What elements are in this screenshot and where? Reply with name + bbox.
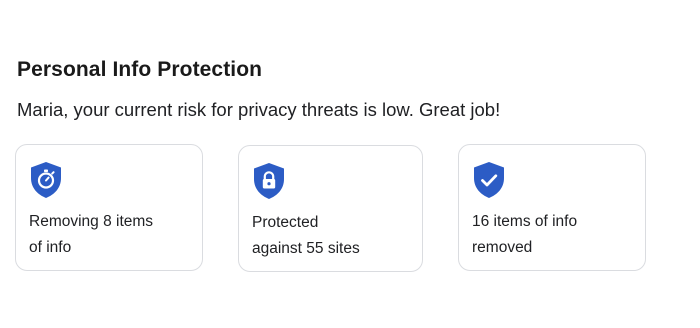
shield-check-icon (472, 161, 506, 199)
card-label: Protected against 55 sites (252, 210, 417, 262)
page-title: Personal Info Protection (17, 58, 263, 81)
card-label-line-1: 16 items of info (472, 213, 578, 230)
card-label-line-2: of info (29, 239, 72, 256)
card-label-line-2: removed (472, 239, 533, 256)
removing-items-card[interactable]: Removing 8 items of info (15, 144, 203, 271)
card-label: Removing 8 items of info (29, 209, 194, 261)
card-label-line-1: Removing 8 items (29, 213, 154, 230)
card-label: 16 items of info removed (472, 209, 637, 261)
card-label-line-2: against 55 sites (252, 240, 360, 257)
risk-status-message: Maria, your current risk for privacy thr… (17, 99, 501, 120)
shield-timer-icon (29, 161, 63, 199)
items-removed-card[interactable]: 16 items of info removed (458, 144, 646, 271)
card-label-line-1: Protected (252, 214, 319, 231)
protected-sites-card[interactable]: Protected against 55 sites (238, 145, 423, 272)
personal-info-protection-panel: Personal Info Protection Maria, your cur… (0, 0, 700, 328)
shield-lock-icon (252, 162, 286, 200)
